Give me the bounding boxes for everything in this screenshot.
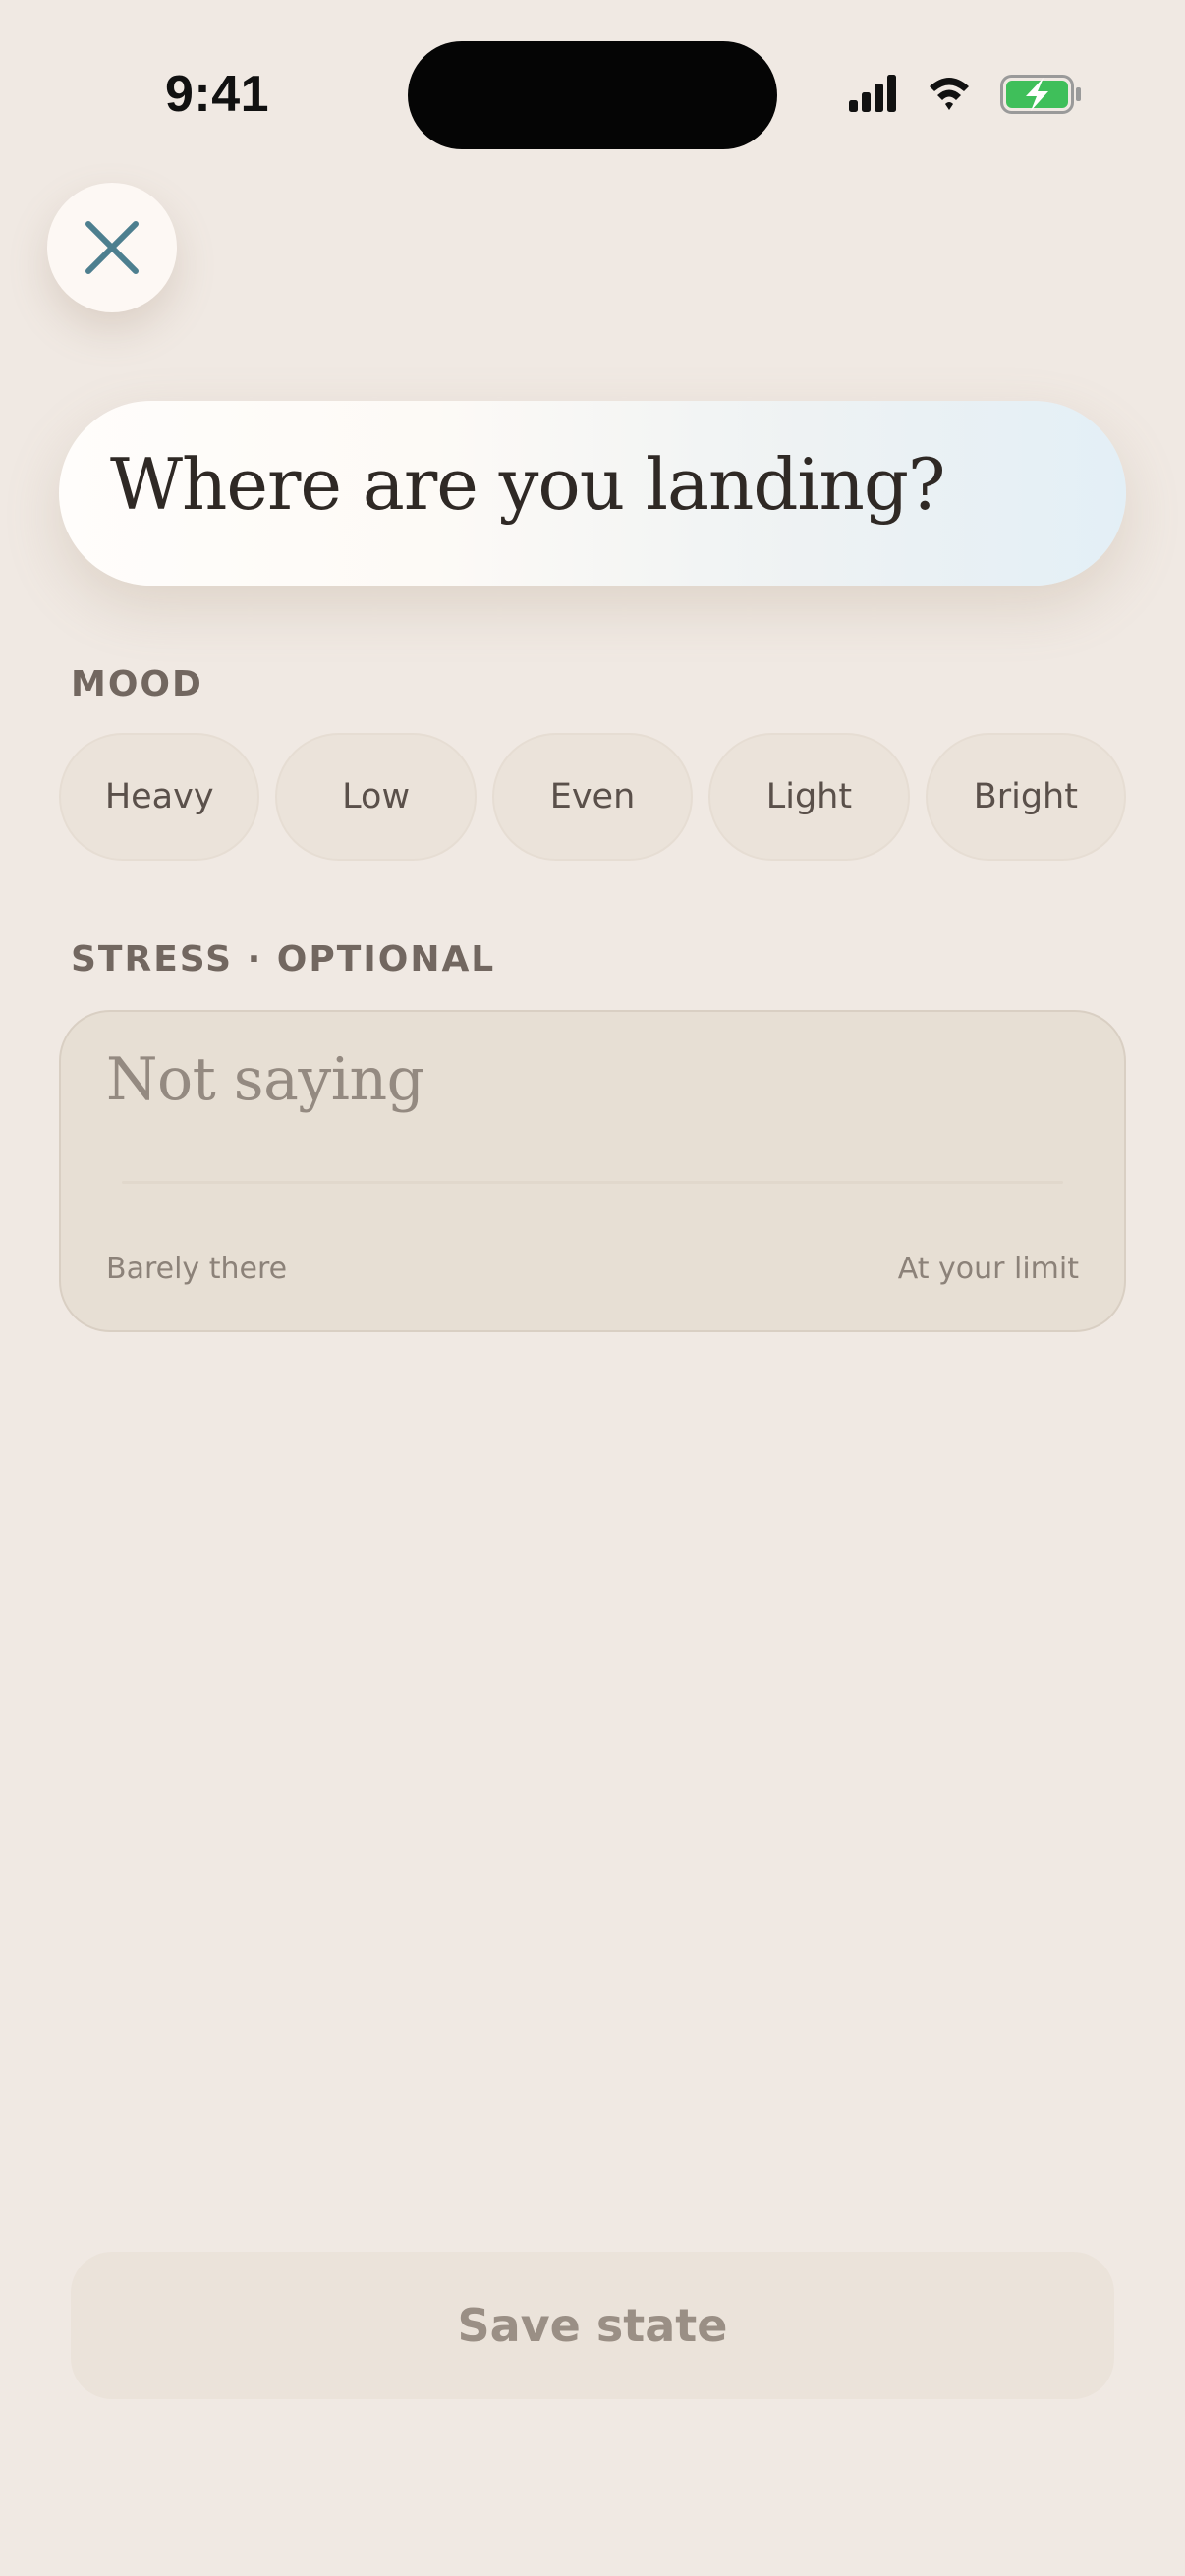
title-card: Where are you landing?	[59, 401, 1126, 586]
mood-option-heavy[interactable]: Heavy	[59, 733, 260, 861]
close-icon	[85, 221, 139, 274]
mood-options: Heavy Low Even Light Bright	[59, 733, 1127, 861]
mood-option-light[interactable]: Light	[708, 733, 910, 861]
save-state-button[interactable]: Save state	[71, 2252, 1114, 2399]
page-title: Where are you landing?	[110, 443, 946, 526]
stress-value: Not saying	[106, 1045, 424, 1114]
mood-section-label: MOOD	[71, 664, 203, 704]
stress-slider-track[interactable]	[122, 1181, 1063, 1184]
mood-option-bright[interactable]: Bright	[925, 733, 1127, 861]
signal-icon	[849, 75, 896, 112]
battery-charging-icon	[1000, 75, 1081, 114]
stress-min-label: Barely there	[106, 1252, 288, 1286]
stress-slider-card[interactable]: Not saying Barely there At your limit	[59, 1010, 1126, 1332]
mood-option-low[interactable]: Low	[275, 733, 477, 861]
status-icons	[849, 73, 1085, 120]
mood-option-even[interactable]: Even	[491, 733, 694, 861]
status-time: 9:41	[165, 66, 270, 123]
wifi-icon	[930, 78, 969, 110]
dynamic-island	[408, 41, 777, 149]
close-button[interactable]	[47, 183, 177, 312]
stress-max-label: At your limit	[897, 1252, 1079, 1286]
stress-section-label: STRESS · OPTIONAL	[71, 939, 496, 980]
